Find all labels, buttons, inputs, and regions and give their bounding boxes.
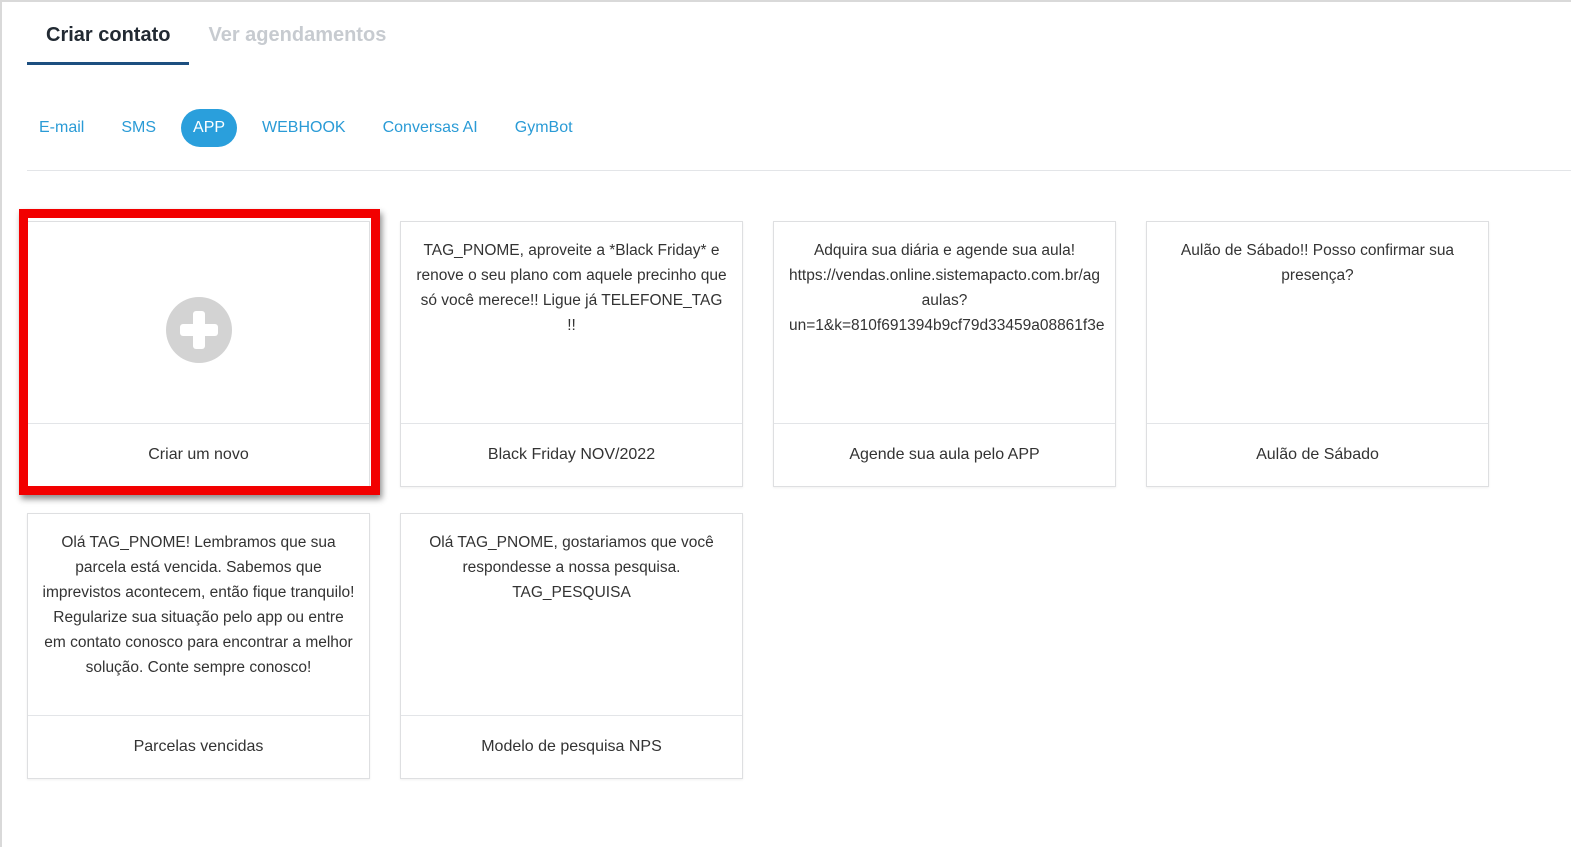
channel-selector: E-mail SMS APP WEBHOOK Conversas AI GymB… bbox=[27, 109, 598, 147]
template-body-line: aulas? bbox=[921, 292, 968, 309]
template-card-title: Modelo de pesquisa NPS bbox=[401, 715, 742, 779]
template-card-body: Olá TAG_PNOME, gostariamos que você resp… bbox=[429, 534, 714, 601]
channel-conversas-ai[interactable]: Conversas AI bbox=[371, 109, 490, 147]
template-body-line: un=1&k=810f691394b9cf79d33459a08861f3e bbox=[789, 317, 1105, 334]
top-tabs: Criar contato Ver agendamentos bbox=[27, 20, 405, 65]
template-card[interactable]: Aulão de Sábado!! Posso confirmar sua pr… bbox=[1146, 221, 1489, 487]
template-card[interactable]: Adquira sua diária e agende sua aula! ht… bbox=[773, 221, 1116, 487]
channel-sms[interactable]: SMS bbox=[109, 109, 168, 147]
template-card-title: Agende sua aula pelo APP bbox=[774, 423, 1115, 487]
template-card-body: TAG_PNOME, aproveite a *Black Friday* e … bbox=[416, 242, 727, 334]
tab-ver-agendamentos[interactable]: Ver agendamentos bbox=[189, 20, 405, 65]
template-card[interactable]: Olá TAG_PNOME! Lembramos que sua parcela… bbox=[27, 513, 370, 779]
channel-app[interactable]: APP bbox=[181, 109, 238, 147]
template-body-line: https://vendas.online.sistemapacto.com.b… bbox=[789, 267, 1101, 284]
section-divider bbox=[27, 170, 1571, 171]
template-card-title: Black Friday NOV/2022 bbox=[401, 423, 742, 487]
create-new-card[interactable]: Criar um novo bbox=[27, 221, 370, 487]
plus-circle-icon bbox=[165, 297, 232, 363]
template-card-body: Olá TAG_PNOME! Lembramos que sua parcela… bbox=[42, 534, 355, 676]
template-card[interactable]: Olá TAG_PNOME, gostariamos que você resp… bbox=[400, 513, 743, 779]
template-card[interactable]: TAG_PNOME, aproveite a *Black Friday* e … bbox=[400, 221, 743, 487]
template-card-title: Aulão de Sábado bbox=[1147, 423, 1488, 487]
template-card-title: Parcelas vencidas bbox=[28, 715, 369, 779]
create-new-card-body bbox=[28, 222, 369, 423]
tab-criar-contato[interactable]: Criar contato bbox=[27, 20, 190, 65]
channel-gymbot[interactable]: GymBot bbox=[503, 109, 585, 147]
template-body-line: Adquira sua diária e agende sua aula! bbox=[813, 242, 1076, 259]
channel-email[interactable]: E-mail bbox=[27, 109, 96, 147]
create-new-label: Criar um novo bbox=[28, 423, 369, 487]
template-card-body: Adquira sua diária e agende sua aula! ht… bbox=[774, 222, 1115, 423]
channel-webhook[interactable]: WEBHOOK bbox=[250, 109, 358, 147]
template-card-body: Aulão de Sábado!! Posso confirmar sua pr… bbox=[1180, 242, 1455, 284]
